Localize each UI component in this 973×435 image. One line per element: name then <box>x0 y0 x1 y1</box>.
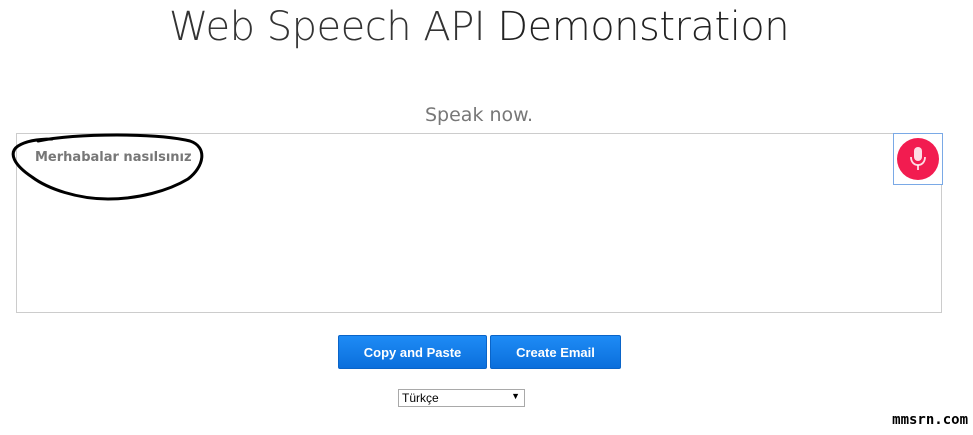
page-title: Web Speech API Demonstration <box>0 4 958 50</box>
mic-circle <box>897 138 939 180</box>
transcript-text: Merhabalar nasılsınız <box>35 150 192 165</box>
title-part-1: Web Speech API <box>168 4 486 50</box>
title-part-2: Demonstration <box>497 4 790 50</box>
start-speech-button[interactable] <box>893 133 943 185</box>
results-box[interactable]: Merhabalar nasılsınız <box>16 133 942 313</box>
language-select-value: Türkçe <box>402 391 439 405</box>
dropdown-arrow-icon: ▼ <box>511 391 520 401</box>
watermark: mmsrn.com <box>892 412 968 428</box>
copy-and-paste-button[interactable]: Copy and Paste <box>338 335 487 369</box>
microphone-icon <box>910 147 926 170</box>
create-email-button[interactable]: Create Email <box>490 335 621 369</box>
language-select[interactable]: Türkçe ▼ <box>398 389 525 407</box>
status-text: Speak now. <box>425 104 533 126</box>
